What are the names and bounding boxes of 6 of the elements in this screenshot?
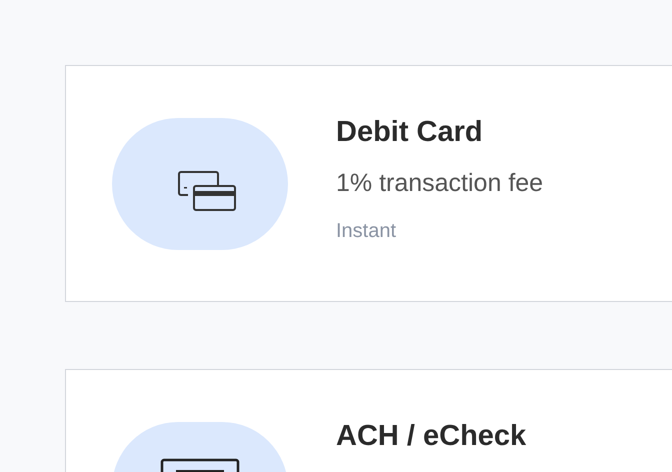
method-title: ACH / eCheck (336, 422, 526, 450)
method-title: Debit Card (336, 118, 484, 146)
payment-method-card[interactable]: Debit Card 1% transaction fee Instant (65, 65, 672, 302)
fee-text: 1% transaction fee (336, 169, 544, 197)
speed-text: Instant (336, 220, 398, 242)
payment-method-card[interactable]: ACH / eCheck (65, 369, 672, 472)
